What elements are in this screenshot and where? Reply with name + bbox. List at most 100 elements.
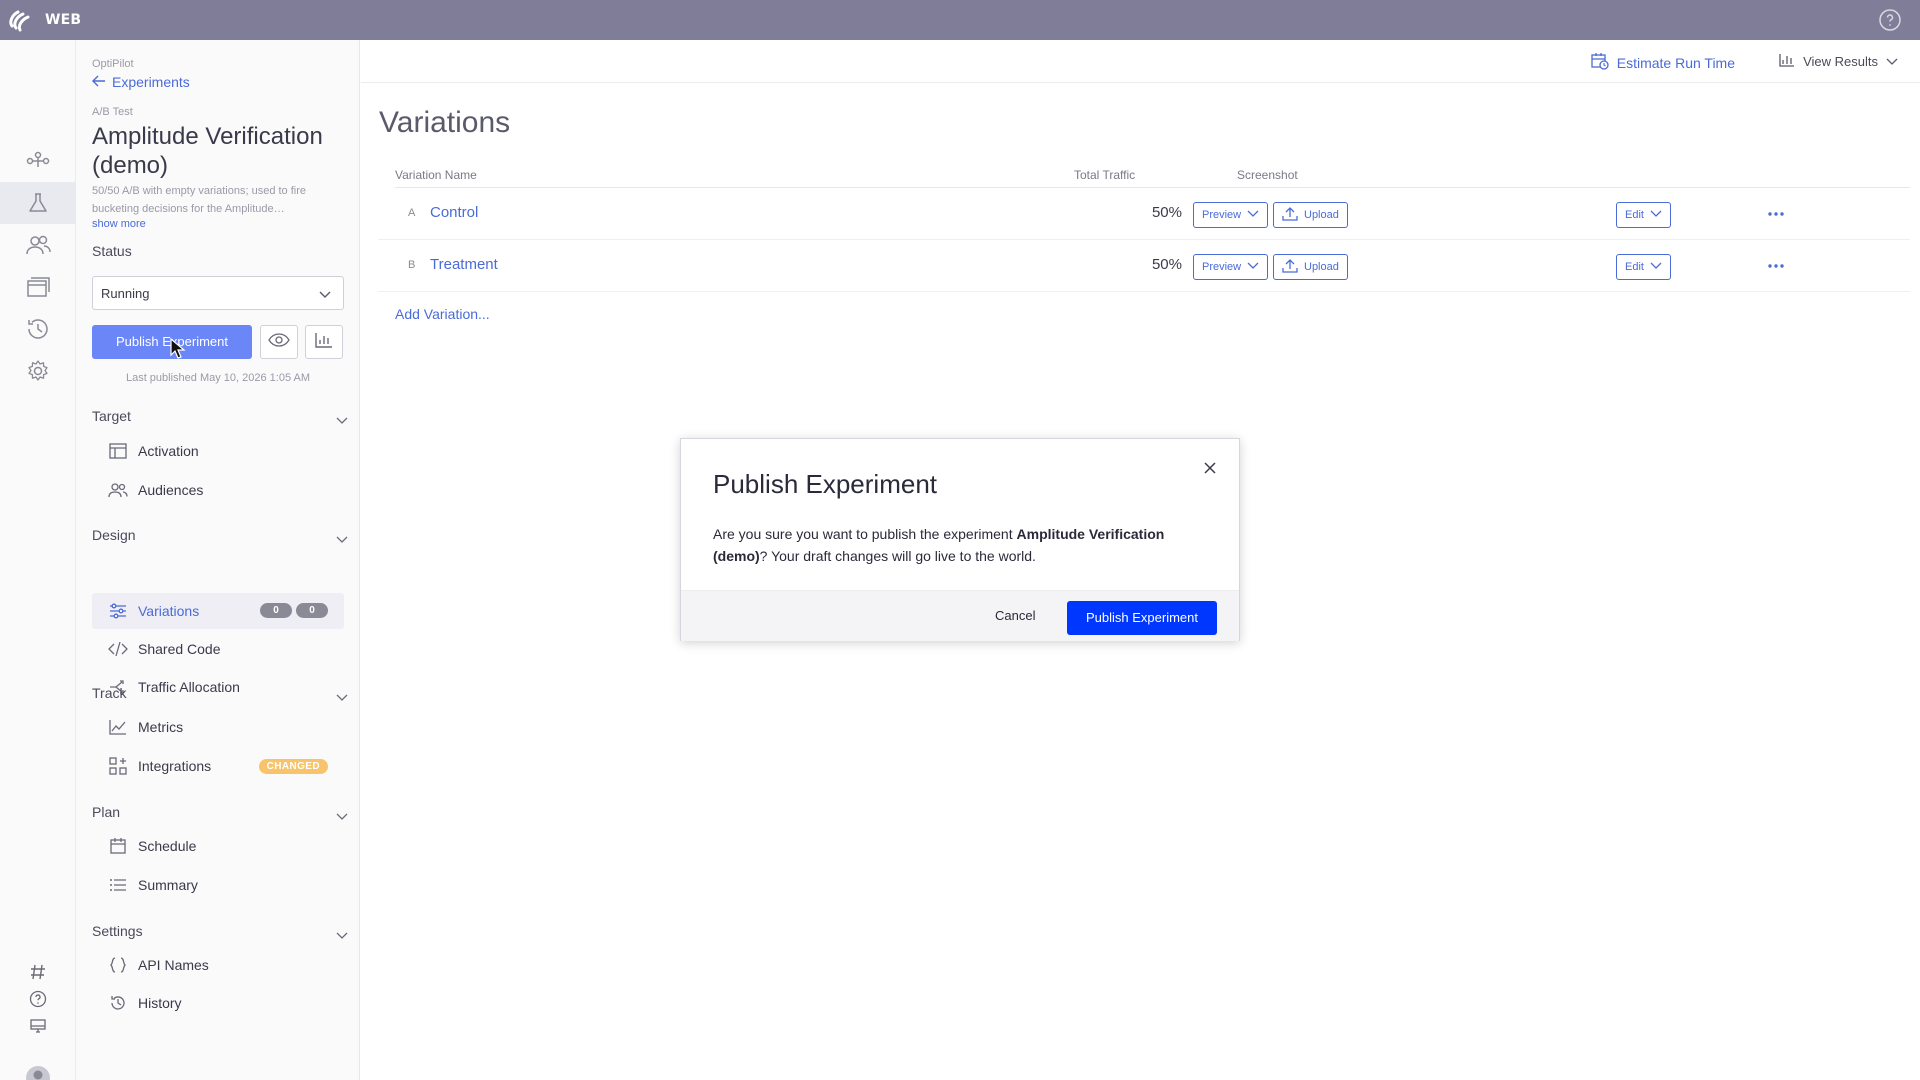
nav-item-label: Activation [138,443,199,459]
nav-item-summary[interactable]: Summary [92,867,344,903]
chevron-down-icon [336,808,348,824]
results-chart-button[interactable] [305,325,343,359]
changed-badge: CHANGED [258,759,328,774]
section-plan[interactable]: Plan [92,804,348,820]
more-options-icon[interactable] [1768,204,1784,220]
dialog-title: Publish Experiment [713,469,937,499]
confirm-publish-button[interactable]: Publish Experiment [1067,601,1217,635]
chevron-down-icon [1247,261,1259,273]
app-name: WEB [45,12,82,28]
status-select[interactable]: Running [92,276,344,310]
nav-item-label: Schedule [138,838,197,854]
preview-label: Preview [1202,261,1242,273]
nav-item-shared-code[interactable]: Shared Code [92,631,344,667]
experiment-type: A/B Test [92,106,133,118]
avatar-icon[interactable] [0,1058,76,1080]
last-published-text: Last published May 10, 2026 1:05 AM [125,372,311,384]
show-more-link[interactable]: show more [92,218,146,230]
upload-screenshot-button[interactable]: Upload [1273,202,1348,228]
close-icon[interactable] [1199,457,1221,479]
preview-dropdown-button[interactable]: Preview [1193,254,1269,280]
settings-gear-icon[interactable] [0,350,76,392]
edit-label: Edit [1625,209,1644,221]
nav-item-activation[interactable]: Activation [92,433,344,469]
experiment-title: Amplitude Verification (demo) [92,123,323,179]
section-settings[interactable]: Settings [92,923,348,939]
chevron-down-icon [1650,209,1662,221]
icon-rail [0,40,76,1080]
mouse-cursor-icon [170,337,188,364]
view-results-button[interactable]: View Results [1779,53,1898,70]
nav-item-schedule[interactable]: Schedule [92,828,344,864]
main-toolbar: Estimate Run Time View Results [361,40,1920,83]
activation-icon [108,441,128,461]
hash-icon[interactable] [0,958,76,986]
section-design[interactable]: Design [92,527,348,543]
nav-item-label: Integrations [138,758,212,774]
braces-icon [108,955,128,975]
variation-count-badge: 0 [296,603,328,618]
optimizely-logo-icon[interactable] [0,0,40,40]
estimate-label: Estimate Run Time [1616,54,1735,71]
back-to-experiments-link[interactable]: Experiments [92,74,190,90]
eye-icon [268,332,290,352]
upload-screenshot-button[interactable]: Upload [1273,254,1348,280]
experiment-sidebar: OptiPilot Experiments A/B Test Amplitude… [76,40,360,1080]
estimate-run-time-button[interactable]: Estimate Run Time [1591,52,1735,73]
variation-letter: A [408,207,416,219]
project-name: OptiPilot [92,58,134,70]
variation-name-link[interactable]: Treatment [430,256,498,273]
calendar-clock-icon [1591,52,1609,73]
edit-dropdown-button[interactable]: Edit [1616,202,1671,228]
variations-table-header: Variation Name Total Traffic Screenshot [395,168,1910,188]
variation-name-link[interactable]: Control [430,204,478,221]
preview-eye-button[interactable] [260,325,298,359]
edit-dropdown-button[interactable]: Edit [1616,254,1671,280]
flags-icon[interactable] [0,140,76,182]
chevron-down-icon [1247,209,1259,221]
nav-item-variations[interactable]: Variations 0 0 [92,593,344,629]
section-target[interactable]: Target [92,408,348,424]
column-header: Screenshot [1237,168,1298,182]
section-track[interactable]: Track [92,685,348,701]
bar-chart-icon [1779,53,1795,70]
section-plan-label: Plan [92,804,121,820]
pages-icon[interactable] [0,266,76,308]
view-results-label: View Results [1803,54,1878,69]
nav-item-api-names[interactable]: API Names [92,947,344,983]
upload-label: Upload [1304,261,1339,273]
column-header: Total Traffic [1074,168,1136,182]
more-options-icon[interactable] [1768,256,1784,272]
cancel-button[interactable]: Cancel [995,608,1035,623]
experiment-description: 50/50 A/B with empty variations; used to… [92,185,307,215]
nav-item-integrations[interactable]: Integrations CHANGED [92,748,344,784]
experiments-flask-icon[interactable] [0,182,76,224]
audiences-icon[interactable] [0,224,76,266]
nav-item-label: Audiences [138,482,204,498]
chevron-down-icon [336,531,348,547]
publish-experiment-dialog: Publish Experiment Are you sure you want… [680,438,1240,641]
status-label: Status [92,243,132,259]
help-icon[interactable] [0,985,76,1013]
dialog-footer: Cancel Publish Experiment [681,590,1239,641]
history-icon [108,993,128,1013]
nav-item-history[interactable]: History [92,985,344,1021]
nav-item-label: API Names [138,957,209,973]
monitor-icon[interactable] [0,1012,76,1040]
preview-dropdown-button[interactable]: Preview [1193,202,1269,228]
nav-item-metrics[interactable]: Metrics [92,709,344,745]
variation-letter: B [408,259,416,271]
status-value: Running [101,286,150,301]
variation-traffic: 50% [1151,256,1182,273]
nav-item-audiences[interactable]: Audiences [92,472,344,508]
back-link-label: Experiments [112,74,190,90]
list-icon [108,875,128,895]
add-variation-link[interactable]: Add Variation... [395,306,490,322]
help-circle-icon[interactable] [1878,8,1902,32]
history-icon[interactable] [0,308,76,350]
chevron-down-icon [336,412,348,428]
dialog-message-prefix: Are you sure you want to publish the exp… [713,526,1017,542]
nav-item-label: Variations [138,603,200,619]
variation-count-badge: 0 [260,603,292,618]
nav-item-label: History [138,995,182,1011]
